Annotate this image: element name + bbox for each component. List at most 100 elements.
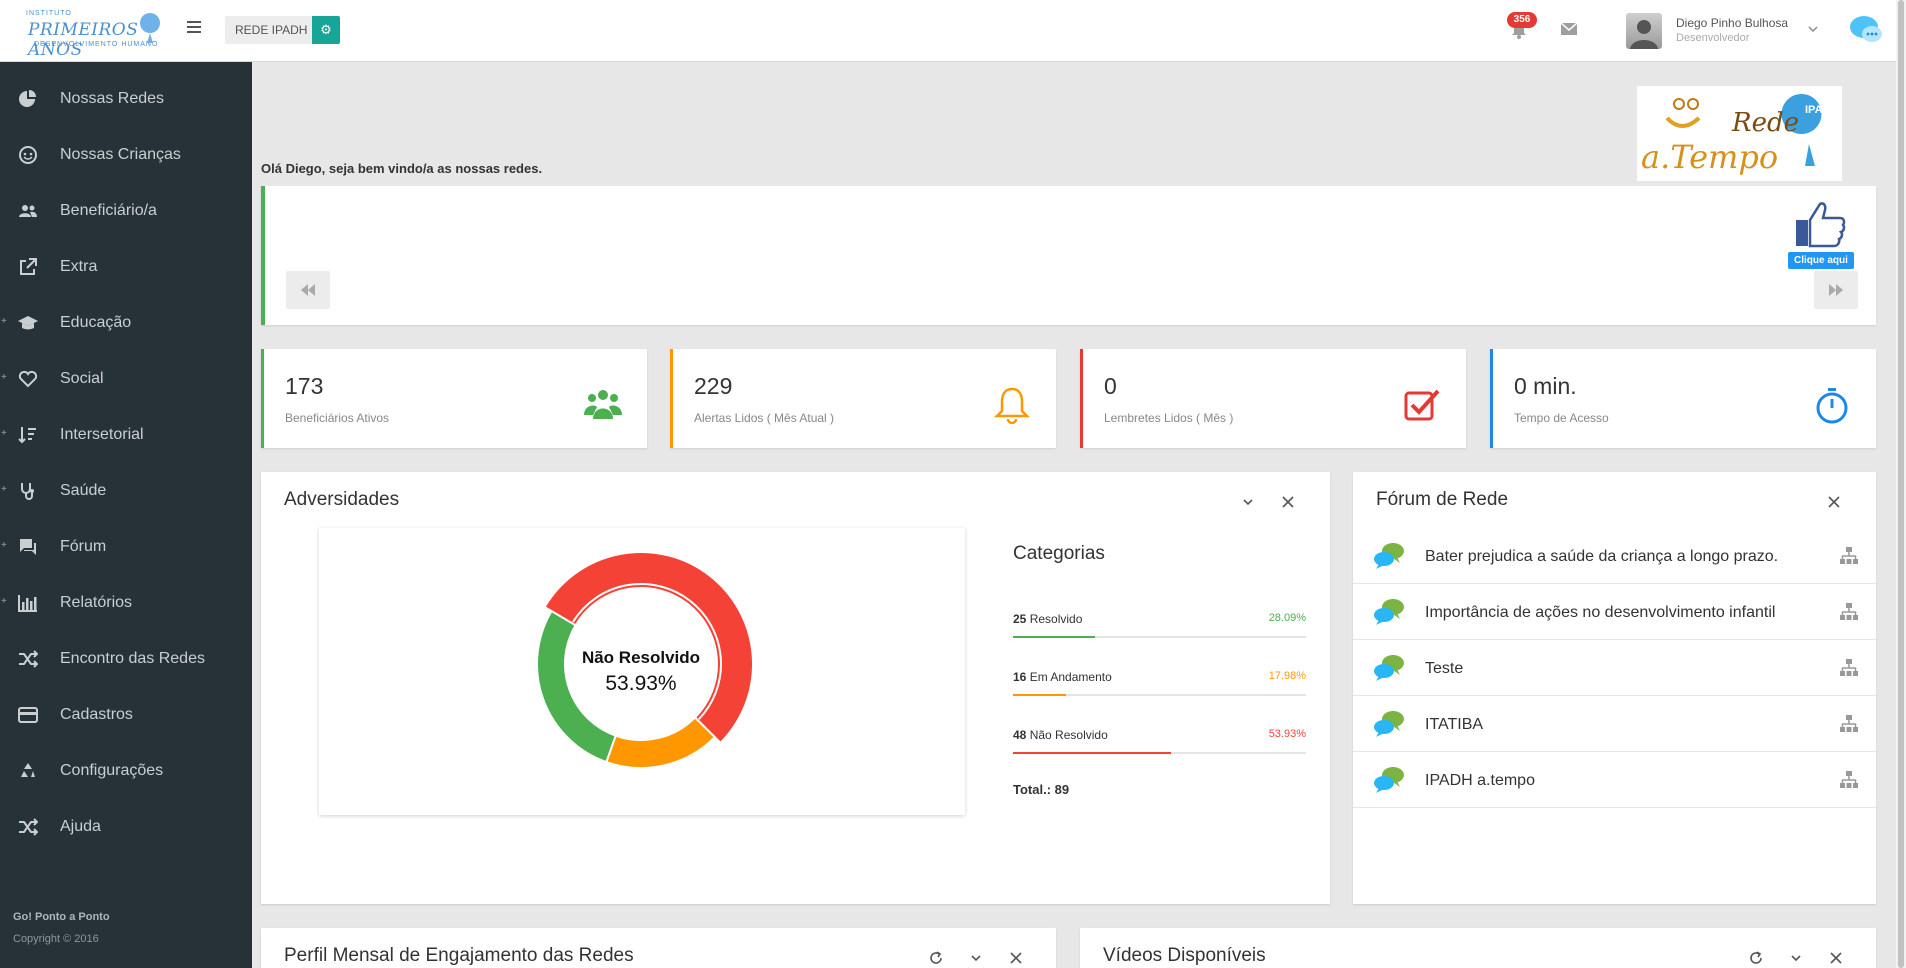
forum-icon [20,539,36,555]
graduation-cap-icon [18,316,38,330]
forum-topic-title: ITATIBA [1425,716,1484,733]
chat-bubble-icon[interactable] [1848,12,1884,48]
panel-title: Perfil Mensal de Engajamento das Redes [284,945,634,966]
like-cta-button[interactable]: Clique aqui [1788,252,1854,269]
double-chevron-left-icon [301,284,315,296]
category-value: 25 [1013,612,1027,626]
sidebar-item-label: Extra [60,258,98,275]
credit-card-icon [18,707,38,723]
expand-plus-icon: + [1,484,7,495]
rede-atempo-logo: Rede a.Tempo IPA DH [1637,86,1842,181]
sidebar-item-nossas-redes[interactable]: Nossas Redes [0,71,252,127]
sidebar-item-cadastros[interactable]: Cadastros [0,687,252,743]
category-value: 16 [1013,670,1027,684]
collapse-chevron-icon[interactable] [1240,494,1256,510]
double-chevron-right-icon [1829,284,1843,296]
avatar[interactable] [1626,13,1662,49]
sitemap-icon[interactable] [1840,771,1858,789]
category-row: 48 Não Resolvido 53.93% [1013,728,1306,764]
brand-logo-bottom: a.Tempo [1641,138,1779,176]
forum-topic-title: Bater prejudica a saúde da criança a lon… [1425,548,1779,565]
panel-title: Adversidades [284,489,400,510]
sidebar-item-label: Relatórios [60,594,133,611]
network-settings-button[interactable]: ⚙ [312,16,340,44]
menu-toggle-icon[interactable] [187,21,201,33]
bar-chart-icon [18,595,37,612]
sidebar-item-intersetorial[interactable]: + Intersetorial [0,407,252,463]
thumbs-up-icon[interactable] [1794,200,1846,248]
close-icon[interactable] [1008,950,1024,966]
donut-slice-em-andamento[interactable] [605,716,717,769]
category-progress-fill [1013,636,1096,638]
carousel-prev-button[interactable] [286,271,330,309]
sidebar-item-configuracoes[interactable]: Configurações [0,743,252,799]
chevron-down-icon[interactable] [1808,24,1818,34]
brand-logo-top: Rede [1732,108,1799,138]
category-progress-fill [1013,694,1066,696]
forum-chat-bubbles-icon [1374,543,1404,569]
sidebar-item-relatorios[interactable]: + Relatórios [0,575,252,631]
sidebar-item-nossas-criancas[interactable]: Nossas Crianças [0,127,252,183]
stat-caption: Tempo de Acesso [1514,411,1609,425]
users-icon [584,390,622,419]
sidebar: Nossas Redes Nossas Crianças Beneficiári… [0,62,252,968]
collapse-chevron-icon[interactable] [1788,950,1804,966]
recycle-icon [21,763,35,777]
forum-topic-item[interactable]: Teste [1353,640,1876,696]
expand-plus-icon: + [1,540,7,551]
institute-logo[interactable]: INSTITUTO PRIMEIROS ANOS DESENVOLVIMENTO… [20,8,166,60]
sidebar-item-social[interactable]: + Social [0,351,252,407]
pie-chart-icon [19,90,36,107]
sidebar-item-beneficiario[interactable]: Beneficiário/a [0,183,252,239]
stat-value: 173 [285,373,324,399]
sidebar-item-extra[interactable]: Extra [0,239,252,295]
brand-logo-badge: IPA DH [1805,104,1842,116]
sidebar-item-saude[interactable]: + Saúde [0,463,252,519]
category-name: Em Andamento [1029,670,1112,684]
sitemap-icon[interactable] [1840,715,1858,733]
user-name[interactable]: Diego Pinho Bulhosa [1676,16,1788,30]
forum-topic-item[interactable]: ITATIBA [1353,696,1876,752]
category-name: Resolvido [1029,612,1083,626]
sidebar-item-forum[interactable]: + Fórum [0,519,252,575]
stat-card-beneficiarios: 173 Beneficiários Ativos [261,349,647,448]
people-icon [19,205,37,217]
sidebar-footer-title[interactable]: Go! Ponto a Ponto [13,911,110,923]
forum-topic-item[interactable]: IPADH a.tempo [1353,752,1876,808]
sidebar-item-label: Configurações [60,762,164,779]
stat-caption: Beneficiários Ativos [285,411,390,425]
sidebar-item-label: Fórum [60,538,107,555]
carousel-next-button[interactable] [1814,271,1858,309]
page-scrollbar-thumb[interactable] [1898,0,1904,968]
mail-icon[interactable] [1561,23,1577,35]
collapse-chevron-icon[interactable] [968,950,984,966]
sidebar-item-educacao[interactable]: + Educação [0,295,252,351]
sidebar-item-ajuda[interactable]: Ajuda [0,799,252,855]
refresh-icon[interactable] [928,950,944,966]
shuffle-icon [19,818,38,836]
close-icon[interactable] [1828,950,1844,966]
sitemap-icon[interactable] [1840,547,1858,565]
refresh-icon[interactable] [1748,950,1764,966]
notification-badge: 356 [1507,12,1537,28]
sidebar-item-label: Nossas Crianças [60,146,181,163]
category-name: Não Resolvido [1029,728,1108,742]
forum-topic-item[interactable]: Bater prejudica a saúde da criança a lon… [1353,528,1876,584]
network-selector[interactable]: REDE IPADH [225,16,318,44]
close-icon[interactable] [1280,494,1296,510]
category-row: 16 Em Andamento 17.98% [1013,670,1306,706]
category-value: 48 [1013,728,1027,742]
forum-topic-item[interactable]: Importância de ações no desenvolvimento … [1353,584,1876,640]
expand-plus-icon: + [1,428,7,439]
sitemap-icon[interactable] [1840,603,1858,621]
close-icon[interactable] [1826,494,1842,510]
panel-title: Vídeos Disponíveis [1103,945,1266,966]
category-label: 25 Resolvido [1013,612,1082,626]
checkbox-icon [1404,389,1440,421]
forum-chat-bubbles-icon [1374,655,1404,681]
expand-plus-icon: + [1,372,7,383]
sitemap-icon[interactable] [1840,659,1858,677]
engagement-panel: Perfil Mensal de Engajamento das Redes [261,928,1056,968]
sidebar-item-encontro-das-redes[interactable]: Encontro das Redes [0,631,252,687]
donut-center-label: Não Resolvido [581,648,701,667]
